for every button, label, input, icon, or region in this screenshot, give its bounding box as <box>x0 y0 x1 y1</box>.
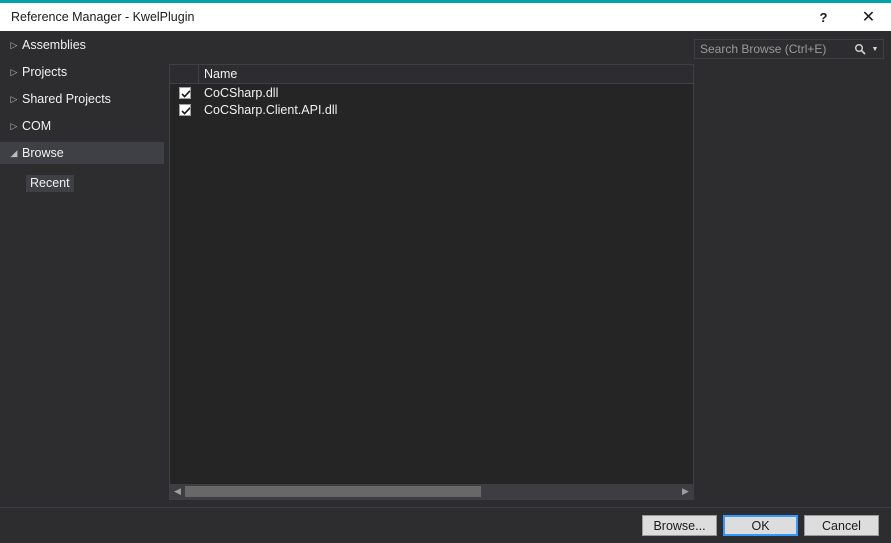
help-button[interactable]: ? <box>801 3 846 31</box>
list-header: Name <box>170 65 693 84</box>
browse-button[interactable]: Browse... <box>642 515 717 536</box>
search-icon[interactable] <box>851 43 869 55</box>
sidebar-item-com[interactable]: ▷ COM <box>0 115 164 137</box>
sidebar-item-label: Browse <box>22 146 64 160</box>
row-name-label: CoCSharp.Client.API.dll <box>204 102 338 117</box>
sidebar-item-projects[interactable]: ▷ Projects <box>0 61 164 83</box>
column-header-checkbox <box>170 65 199 83</box>
table-row[interactable]: CoCSharp.dll <box>170 84 693 101</box>
scrollbar-thumb[interactable] <box>185 486 481 497</box>
search-box[interactable]: Search Browse (Ctrl+E) ▼ <box>694 39 884 59</box>
row-checkbox-cell[interactable] <box>170 103 199 116</box>
chevron-down-icon[interactable]: ◢ <box>6 148 22 159</box>
horizontal-scrollbar[interactable]: ◀ ▶ <box>170 484 693 499</box>
chevron-right-icon[interactable]: ▷ <box>6 67 22 78</box>
title-bar: Reference Manager - KwelPlugin <box>0 3 891 31</box>
checkbox-checked-icon[interactable] <box>178 86 191 99</box>
reference-list-panel: Name CoCSharp.dll CoCSharp.Client.API.dl… <box>169 64 694 500</box>
cancel-button[interactable]: Cancel <box>804 515 879 536</box>
sidebar-item-assemblies[interactable]: ▷ Assemblies <box>0 34 164 56</box>
sidebar-item-recent[interactable]: Recent <box>0 172 164 194</box>
close-button[interactable]: ✕ <box>846 3 891 31</box>
search-input[interactable]: Search Browse (Ctrl+E) <box>695 42 851 56</box>
checkbox-checked-icon[interactable] <box>178 103 191 116</box>
list-body: CoCSharp.dll CoCSharp.Client.API.dll <box>170 84 693 483</box>
scroll-right-arrow-icon[interactable]: ▶ <box>678 484 693 499</box>
row-name-label: CoCSharp.dll <box>204 85 279 100</box>
sidebar-item-label: Projects <box>22 65 68 79</box>
column-header-name[interactable]: Name <box>199 65 693 83</box>
chevron-right-icon[interactable]: ▷ <box>6 121 22 132</box>
sidebar-item-shared-projects[interactable]: ▷ Shared Projects <box>0 88 164 110</box>
sidebar-item-browse[interactable]: ◢ Browse <box>0 142 164 164</box>
ok-button[interactable]: OK <box>723 515 798 536</box>
scroll-left-arrow-icon[interactable]: ◀ <box>170 484 185 499</box>
window-title: Reference Manager - KwelPlugin <box>11 10 195 24</box>
chevron-down-icon[interactable]: ▼ <box>869 46 883 53</box>
chevron-right-icon[interactable]: ▷ <box>6 94 22 105</box>
row-checkbox-cell[interactable] <box>170 86 199 99</box>
sidebar-item-label: Shared Projects <box>22 92 111 106</box>
scrollbar-track[interactable] <box>185 484 678 499</box>
category-tree: ▷ Assemblies ▷ Projects ▷ Shared Project… <box>0 31 164 500</box>
sidebar-item-label: Assemblies <box>22 38 86 52</box>
sidebar-item-label: Recent <box>26 174 74 192</box>
table-row[interactable]: CoCSharp.Client.API.dll <box>170 101 693 118</box>
chevron-right-icon[interactable]: ▷ <box>6 40 22 51</box>
sidebar-item-label: COM <box>22 119 52 133</box>
reference-manager-dialog: Reference Manager - KwelPlugin ? ✕ ▷ Ass… <box>0 0 891 543</box>
